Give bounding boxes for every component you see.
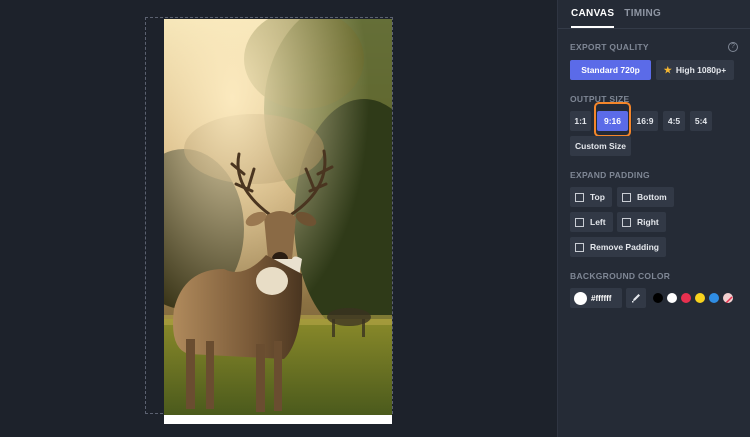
star-icon: ★ bbox=[663, 64, 672, 75]
padding-left-label: Left bbox=[590, 217, 606, 227]
eyedropper-glyph bbox=[632, 294, 640, 303]
swatch-transparent[interactable] bbox=[723, 293, 733, 303]
swatch-yellow[interactable] bbox=[695, 293, 705, 303]
checkbox-icon bbox=[622, 192, 631, 202]
size-4-5-button[interactable]: 4:5 bbox=[663, 111, 685, 131]
padding-bottom-checkbox[interactable]: Bottom bbox=[617, 187, 674, 207]
high-1080p-label: High 1080p+ bbox=[675, 65, 727, 75]
checkbox-icon bbox=[575, 242, 584, 252]
padding-top-checkbox[interactable]: Top bbox=[570, 187, 612, 207]
padding-right-checkbox[interactable]: Right bbox=[617, 212, 666, 232]
custom-size-button[interactable]: Custom Size bbox=[570, 136, 631, 156]
tab-canvas[interactable]: CANVAS bbox=[571, 8, 615, 28]
high-1080p-button[interactable]: ★ High 1080p+ bbox=[656, 60, 734, 80]
size-5-4-button[interactable]: 5:4 bbox=[690, 111, 712, 131]
padding-left-checkbox[interactable]: Left bbox=[570, 212, 613, 232]
size-16-9-button[interactable]: 16:9 bbox=[632, 111, 658, 131]
expand-padding-label: EXPAND PADDING bbox=[570, 170, 650, 180]
checkbox-icon bbox=[622, 217, 631, 227]
swatch-blue[interactable] bbox=[709, 293, 719, 303]
color-hex-value: #ffffff bbox=[591, 293, 612, 303]
swatch-white[interactable] bbox=[667, 293, 677, 303]
padding-top-label: Top bbox=[590, 192, 605, 202]
export-quality-label: EXPORT QUALITY bbox=[570, 42, 649, 52]
remove-padding-label: Remove Padding bbox=[590, 242, 659, 252]
remove-padding-checkbox[interactable]: Remove Padding bbox=[570, 237, 666, 257]
current-color-swatch bbox=[574, 291, 587, 305]
checkbox-icon bbox=[575, 217, 584, 227]
padding-right-label: Right bbox=[637, 217, 659, 227]
deer-photo[interactable] bbox=[164, 19, 392, 415]
background-color-label: BACKGROUND COLOR bbox=[570, 271, 671, 281]
deer-photo-image bbox=[164, 19, 392, 415]
tabs-divider bbox=[558, 28, 750, 29]
selected-size-highlight bbox=[594, 102, 631, 137]
eyedropper-icon[interactable] bbox=[626, 288, 646, 308]
tab-timing[interactable]: TIMING bbox=[624, 8, 661, 28]
question-circle-icon[interactable]: ? bbox=[728, 42, 738, 52]
padding-bottom-label: Bottom bbox=[637, 192, 667, 202]
canvas-area bbox=[0, 0, 557, 437]
checkbox-icon bbox=[575, 192, 584, 202]
color-picker-field[interactable]: #ffffff bbox=[570, 288, 622, 308]
size-1-1-button[interactable]: 1:1 bbox=[570, 111, 591, 131]
panel-tabs: CANVAS TIMING bbox=[571, 8, 661, 28]
swatch-red[interactable] bbox=[681, 293, 691, 303]
standard-720p-button[interactable]: Standard 720p bbox=[570, 60, 651, 80]
swatch-black[interactable] bbox=[653, 293, 663, 303]
